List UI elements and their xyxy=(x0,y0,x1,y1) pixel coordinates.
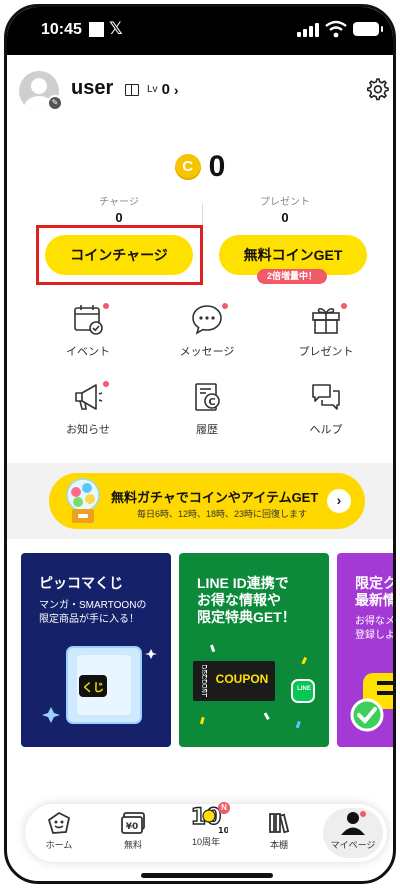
bookshelf-icon xyxy=(269,813,290,834)
anniversary-mark: 10th xyxy=(218,826,228,835)
menu-label-present: プレゼント xyxy=(298,346,354,358)
card-subtitle: 登録しよ xyxy=(355,630,395,641)
coin-total: 0 xyxy=(208,150,226,183)
username: user xyxy=(71,77,114,99)
chat-bubbles-icon xyxy=(312,384,340,410)
confetti-decoration xyxy=(199,644,308,729)
menu-label-history: 履歴 xyxy=(196,424,218,436)
battery-icon xyxy=(353,22,383,36)
coin-balance: C 0 xyxy=(7,147,393,187)
menu-item-history[interactable]: C 履歴 xyxy=(152,381,262,451)
level-label: Lv xyxy=(147,84,158,95)
home-indicator xyxy=(141,873,273,878)
receipt-icon: C xyxy=(195,383,220,411)
coin-breakdown: チャージ 0 プレゼント 0 xyxy=(7,193,393,227)
charge-column: チャージ 0 xyxy=(49,193,189,225)
menu-item-event[interactable]: イベント xyxy=(33,303,143,373)
nav-label: 10周年 xyxy=(191,837,220,847)
menu-item-help[interactable]: ヘルプ xyxy=(271,381,381,451)
status-bar: 10:45 𝕏 xyxy=(7,7,393,55)
card-subtitle: 限定商品が手に入る！ xyxy=(39,614,139,625)
wifi-icon xyxy=(325,20,347,38)
nav-label: ホーム xyxy=(45,840,73,850)
nav-label: マイページ xyxy=(330,840,376,850)
home-icon xyxy=(48,812,70,834)
bottom-nav: ホーム ¥0 無料 10 10th N 10周年 本 xyxy=(25,802,387,862)
megaphone-icon xyxy=(75,384,103,410)
svg-text:¥0: ¥0 xyxy=(126,822,139,832)
card-title: 限定クー xyxy=(355,575,396,591)
promo-card-line[interactable]: LINE ID連携で お得な情報や 限定特典GET！ DISCOUNT COUP… xyxy=(179,553,329,747)
promo-card-limited[interactable]: 限定クー 最新情報 お得なメ 登録しよ xyxy=(337,553,396,747)
lottery-ticket-icon: くじ xyxy=(42,646,157,724)
speech-bubble-icon xyxy=(192,305,222,335)
nav-mypage[interactable]: マイページ xyxy=(323,810,383,856)
card-subtitle: マンガ・SMARTOONの xyxy=(39,600,147,611)
card-title: ピッコマくじ xyxy=(39,575,123,591)
gear-icon[interactable] xyxy=(365,77,389,101)
gacha-subtitle: 毎日6時、12時、18時、23時に回復します xyxy=(137,509,308,519)
menu-label-message: メッセージ xyxy=(179,346,235,358)
menu-label-help: ヘルプ xyxy=(309,424,343,436)
nav-bookshelf[interactable]: 本棚 xyxy=(249,810,309,856)
book-icon xyxy=(125,83,139,96)
chevron-right-icon[interactable]: › xyxy=(327,489,351,513)
nav-free[interactable]: ¥0 無料 xyxy=(103,810,163,856)
check-mascot-icon xyxy=(350,673,393,732)
divider xyxy=(202,203,203,225)
highlight-box xyxy=(36,225,203,285)
new-dot xyxy=(103,303,109,309)
edit-pencil-icon[interactable]: ✎ xyxy=(47,95,63,111)
double-bonus-badge: 2倍増量中！ xyxy=(257,269,327,284)
x-app-icon: 𝕏 xyxy=(109,19,123,38)
nav-label: 無料 xyxy=(123,840,142,850)
card-title: 限定特典GET！ xyxy=(197,609,296,625)
present-value: 0 xyxy=(281,210,289,225)
new-dot xyxy=(222,303,228,309)
present-column: プレゼント 0 xyxy=(215,193,355,225)
card-title: 最新情報 xyxy=(355,592,396,608)
card-subtitle: お得なメ xyxy=(355,616,395,627)
chevron-right-icon: › xyxy=(173,81,179,98)
gacha-title: 無料ガチャでコインやアイテムGET xyxy=(111,490,319,505)
menu-label-news: お知らせ xyxy=(66,424,110,436)
card-title: お得な情報や xyxy=(197,592,281,608)
status-time: 10:45 xyxy=(41,21,82,38)
present-label: プレゼント xyxy=(260,197,310,208)
promo-card-lottery[interactable]: ピッコマくじ マンガ・SMARTOONの 限定商品が手に入る！ くじ xyxy=(21,553,171,747)
new-badge: N xyxy=(218,802,230,814)
phone-screen: 10:45 𝕏 ✎ user Lv 0 › C 0 チャージ 0 プレゼント 0… xyxy=(4,4,396,884)
gift-icon xyxy=(312,307,340,334)
level-value: 0 xyxy=(161,81,170,98)
card-title: LINE ID連携で xyxy=(197,575,289,591)
gacha-machine-icon xyxy=(66,478,100,523)
calendar-icon xyxy=(74,305,103,335)
gacha-banner[interactable]: 無料ガチャでコインやアイテムGET 毎日6時、12時、18時、23時に回復します… xyxy=(49,473,365,529)
signal-icon xyxy=(297,23,321,37)
free-ticket-icon: ¥0 xyxy=(121,812,145,834)
new-dot xyxy=(103,381,109,387)
lottery-badge-text: くじ xyxy=(82,681,104,694)
menu-item-news[interactable]: お知らせ xyxy=(33,381,143,451)
svg-text:C: C xyxy=(208,397,215,408)
nav-label: 本棚 xyxy=(269,840,288,850)
coin-icon: C xyxy=(174,154,201,180)
level-link[interactable]: Lv 0 › xyxy=(125,81,179,98)
menu-item-present[interactable]: プレゼント xyxy=(271,303,381,373)
charge-value: 0 xyxy=(115,210,123,225)
nav-anniversary[interactable]: 10 10th N 10周年 xyxy=(176,802,236,848)
new-dot xyxy=(341,303,347,309)
profile-header: ✎ user Lv 0 › xyxy=(7,55,393,127)
charge-label: チャージ xyxy=(99,197,139,208)
person-icon xyxy=(341,811,366,835)
menu-item-message[interactable]: メッセージ xyxy=(152,303,262,373)
notification-square-icon xyxy=(89,22,104,37)
nav-home[interactable]: ホーム xyxy=(29,810,89,856)
menu-label-event: イベント xyxy=(66,346,110,358)
